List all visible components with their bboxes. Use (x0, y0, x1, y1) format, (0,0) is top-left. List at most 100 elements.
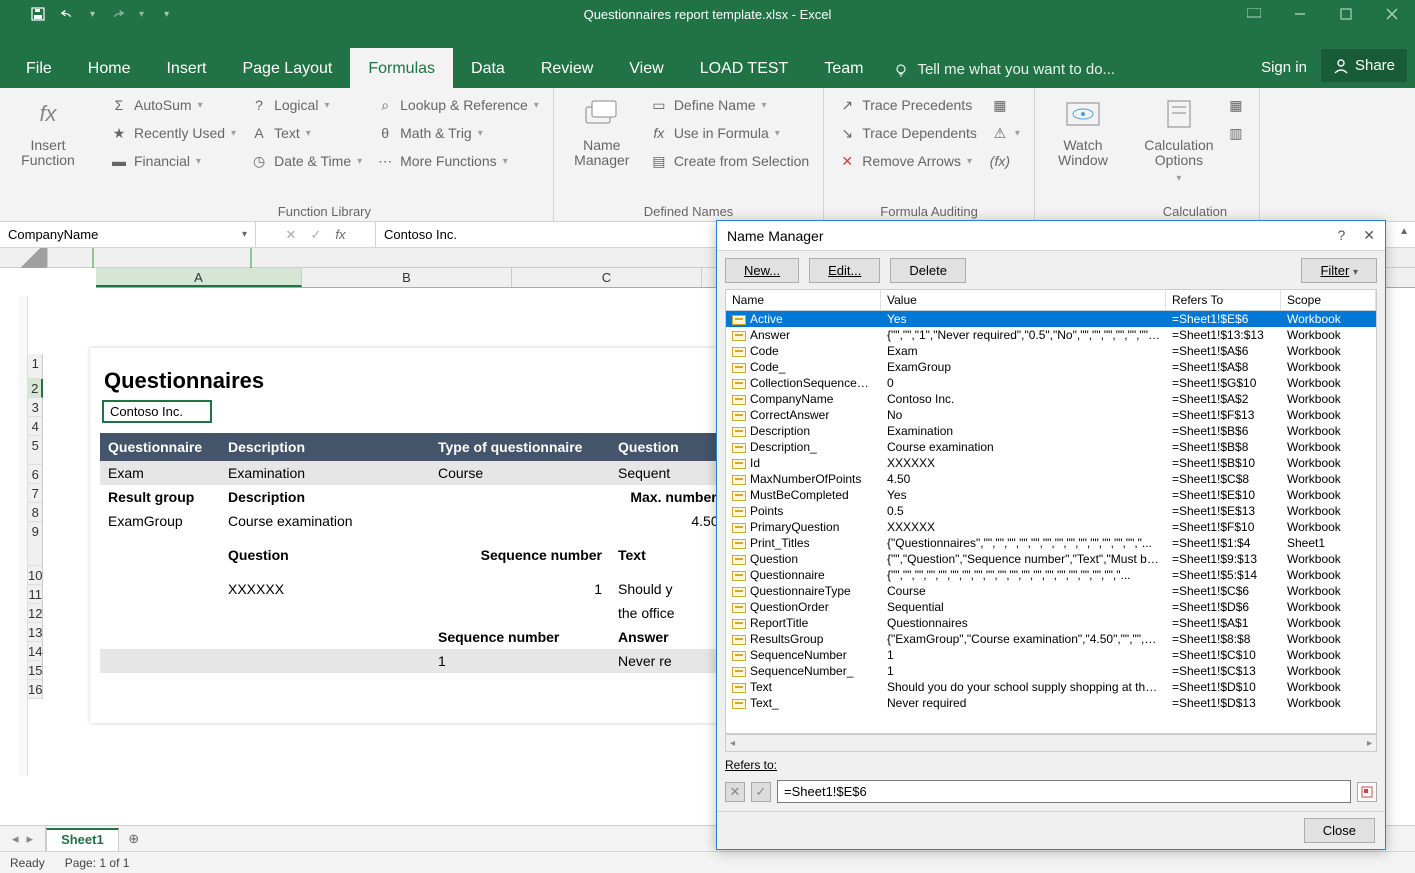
h-scrollbar[interactable]: ◂▸ (725, 734, 1377, 752)
row-hdr-14[interactable]: 14 (28, 642, 43, 661)
tell-me-search[interactable]: Tell me what you want to do... (881, 61, 1127, 88)
name-row[interactable]: Description_Course examination=Sheet1!$B… (726, 439, 1376, 455)
name-row[interactable]: ResultsGroup{"ExamGroup","Course examina… (726, 631, 1376, 647)
use-in-formula-button[interactable]: fxUse in Formula ▾ (646, 122, 813, 144)
row-hdr-15[interactable]: 15 (28, 661, 43, 680)
cell[interactable]: Sequence number (430, 625, 610, 649)
dialog-help-icon[interactable]: ? (1337, 227, 1345, 244)
tab-formulas[interactable]: Formulas (350, 48, 453, 88)
autosum-button[interactable]: ΣAutoSum ▾ (106, 94, 240, 116)
cell[interactable]: Exam (100, 461, 220, 485)
lookup-button[interactable]: ⌕Lookup & Reference ▾ (372, 94, 543, 116)
row-hdr-4[interactable]: 4 (28, 417, 43, 436)
share-button[interactable]: Share (1321, 49, 1407, 82)
calculation-options-button[interactable]: Calculation Options ▾ (1141, 94, 1217, 200)
name-row[interactable]: MaxNumberOfPoints4.50=Sheet1!$C$8Workboo… (726, 471, 1376, 487)
refers-cancel-icon[interactable]: ✕ (725, 782, 745, 802)
more-functions-button[interactable]: ⋯More Functions ▾ (372, 150, 543, 172)
name-row[interactable]: QuestionnaireTypeCourse=Sheet1!$C$6Workb… (726, 583, 1376, 599)
name-row[interactable]: Print_Titles{"Questionnaires","","","","… (726, 535, 1376, 551)
ribbon-display-icon[interactable] (1231, 0, 1277, 28)
name-box[interactable]: CompanyName ▾ (0, 222, 256, 247)
row-hdr-8[interactable]: 8 (28, 503, 43, 522)
name-row[interactable]: CorrectAnswerNo=Sheet1!$F$13Workbook (726, 407, 1376, 423)
names-list[interactable]: ActiveYes=Sheet1!$E$6WorkbookAnswer{"","… (725, 311, 1377, 734)
logical-button[interactable]: ?Logical ▾ (246, 94, 366, 116)
tab-review[interactable]: Review (523, 48, 611, 88)
row-hdr-6[interactable]: 6 (28, 465, 43, 484)
name-row[interactable]: Text_Never required=Sheet1!$D$13Workbook (726, 695, 1376, 711)
name-row[interactable]: Answer{"","","1","Never required","0.5",… (726, 327, 1376, 343)
minimize-icon[interactable] (1277, 0, 1323, 28)
fx-button-icon[interactable]: fx (335, 227, 345, 242)
row-hdr-7[interactable]: 7 (28, 484, 43, 503)
cell[interactable]: Sequence number (430, 533, 610, 577)
name-row[interactable]: ReportTitleQuestionnaires=Sheet1!$A$1Wor… (726, 615, 1376, 631)
financial-button[interactable]: ▬Financial ▾ (106, 150, 240, 172)
row-hdr-10[interactable]: 10 (28, 566, 43, 585)
undo-dropdown[interactable]: ▾ (90, 9, 95, 20)
row-hdr-9[interactable]: 9 (28, 522, 43, 566)
watch-window-button[interactable]: Watch Window (1045, 94, 1121, 219)
name-row[interactable]: QuestionOrderSequential=Sheet1!$D$6Workb… (726, 599, 1376, 615)
cell[interactable]: Result group (100, 485, 220, 509)
name-row[interactable]: Questionnaire{"","","","","","","","",""… (726, 567, 1376, 583)
hdr-scope[interactable]: Scope (1281, 290, 1376, 310)
list-header[interactable]: Name Value Refers To Scope (725, 289, 1377, 311)
name-row[interactable]: CodeExam=Sheet1!$A$6Workbook (726, 343, 1376, 359)
define-name-button[interactable]: ▭Define Name ▾ (646, 94, 813, 116)
sheet-nav-prev-icon[interactable]: ◂ (12, 831, 19, 847)
name-row[interactable]: ActiveYes=Sheet1!$E$6Workbook (726, 311, 1376, 327)
create-from-selection-button[interactable]: ▤Create from Selection (646, 150, 813, 172)
date-time-button[interactable]: ◷Date & Time ▾ (246, 150, 366, 172)
cell[interactable]: 1 (430, 649, 610, 673)
hdr-name[interactable]: Name (726, 290, 881, 310)
tab-data[interactable]: Data (453, 48, 523, 88)
row-hdr-16[interactable]: 16 (28, 680, 43, 699)
sheet-nav-next-icon[interactable]: ▸ (27, 831, 34, 847)
name-row[interactable]: CompanyNameContoso Inc.=Sheet1!$A$2Workb… (726, 391, 1376, 407)
cancel-formula-icon[interactable]: ✕ (286, 227, 297, 243)
close-button[interactable]: Close (1304, 818, 1375, 843)
show-formulas-button[interactable]: ▦ (987, 94, 1024, 116)
tab-page-layout[interactable]: Page Layout (224, 48, 350, 88)
row-hdr-5[interactable]: 5 (28, 436, 43, 465)
error-checking-button[interactable]: ⚠▾ (987, 122, 1024, 144)
name-row[interactable]: MustBeCompletedYes=Sheet1!$E$10Workbook (726, 487, 1376, 503)
row-hdr-11[interactable]: 11 (28, 585, 43, 604)
col-header-a[interactable]: A (96, 268, 302, 287)
sign-in-button[interactable]: Sign in (1247, 47, 1321, 88)
name-row[interactable]: TextShould you do your school supply sho… (726, 679, 1376, 695)
name-row[interactable]: SequenceNumber1=Sheet1!$C$10Workbook (726, 647, 1376, 663)
name-row[interactable]: IdXXXXXX=Sheet1!$B$10Workbook (726, 455, 1376, 471)
new-button[interactable]: New... (725, 258, 799, 283)
redo-dropdown[interactable]: ▾ (139, 9, 144, 20)
close-icon[interactable] (1369, 0, 1415, 28)
cell[interactable]: XXXXXX (220, 577, 430, 601)
cell[interactable]: Examination (220, 461, 430, 485)
tab-team[interactable]: Team (806, 48, 881, 88)
col-header-c[interactable]: C (512, 268, 702, 287)
name-row[interactable]: SequenceNumber_1=Sheet1!$C$13Workbook (726, 663, 1376, 679)
cell[interactable]: Course (430, 461, 610, 485)
filter-button[interactable]: Filter ▾ (1301, 258, 1377, 283)
undo-icon[interactable] (60, 6, 76, 22)
tab-view[interactable]: View (611, 48, 681, 88)
cell[interactable]: Description (220, 485, 430, 509)
col-header-b[interactable]: B (302, 268, 512, 287)
name-row[interactable]: Question{"","Question","Sequence number"… (726, 551, 1376, 567)
company-cell[interactable]: Contoso Inc. (102, 400, 212, 423)
tab-file[interactable]: File (8, 48, 70, 88)
range-picker-icon[interactable] (1357, 782, 1377, 802)
text-button[interactable]: AText ▾ (246, 122, 366, 144)
row-hdr-3[interactable]: 3 (28, 398, 43, 417)
edit-button[interactable]: Edit... (809, 258, 880, 283)
select-all-button[interactable] (0, 248, 48, 268)
math-button[interactable]: θMath & Trig ▾ (372, 122, 543, 144)
tab-home[interactable]: Home (70, 48, 149, 88)
name-row[interactable]: Points0.5=Sheet1!$E$13Workbook (726, 503, 1376, 519)
delete-button[interactable]: Delete (890, 258, 966, 283)
redo-icon[interactable] (109, 6, 125, 22)
name-row[interactable]: PrimaryQuestionXXXXXX=Sheet1!$F$10Workbo… (726, 519, 1376, 535)
tab-insert[interactable]: Insert (148, 48, 224, 88)
